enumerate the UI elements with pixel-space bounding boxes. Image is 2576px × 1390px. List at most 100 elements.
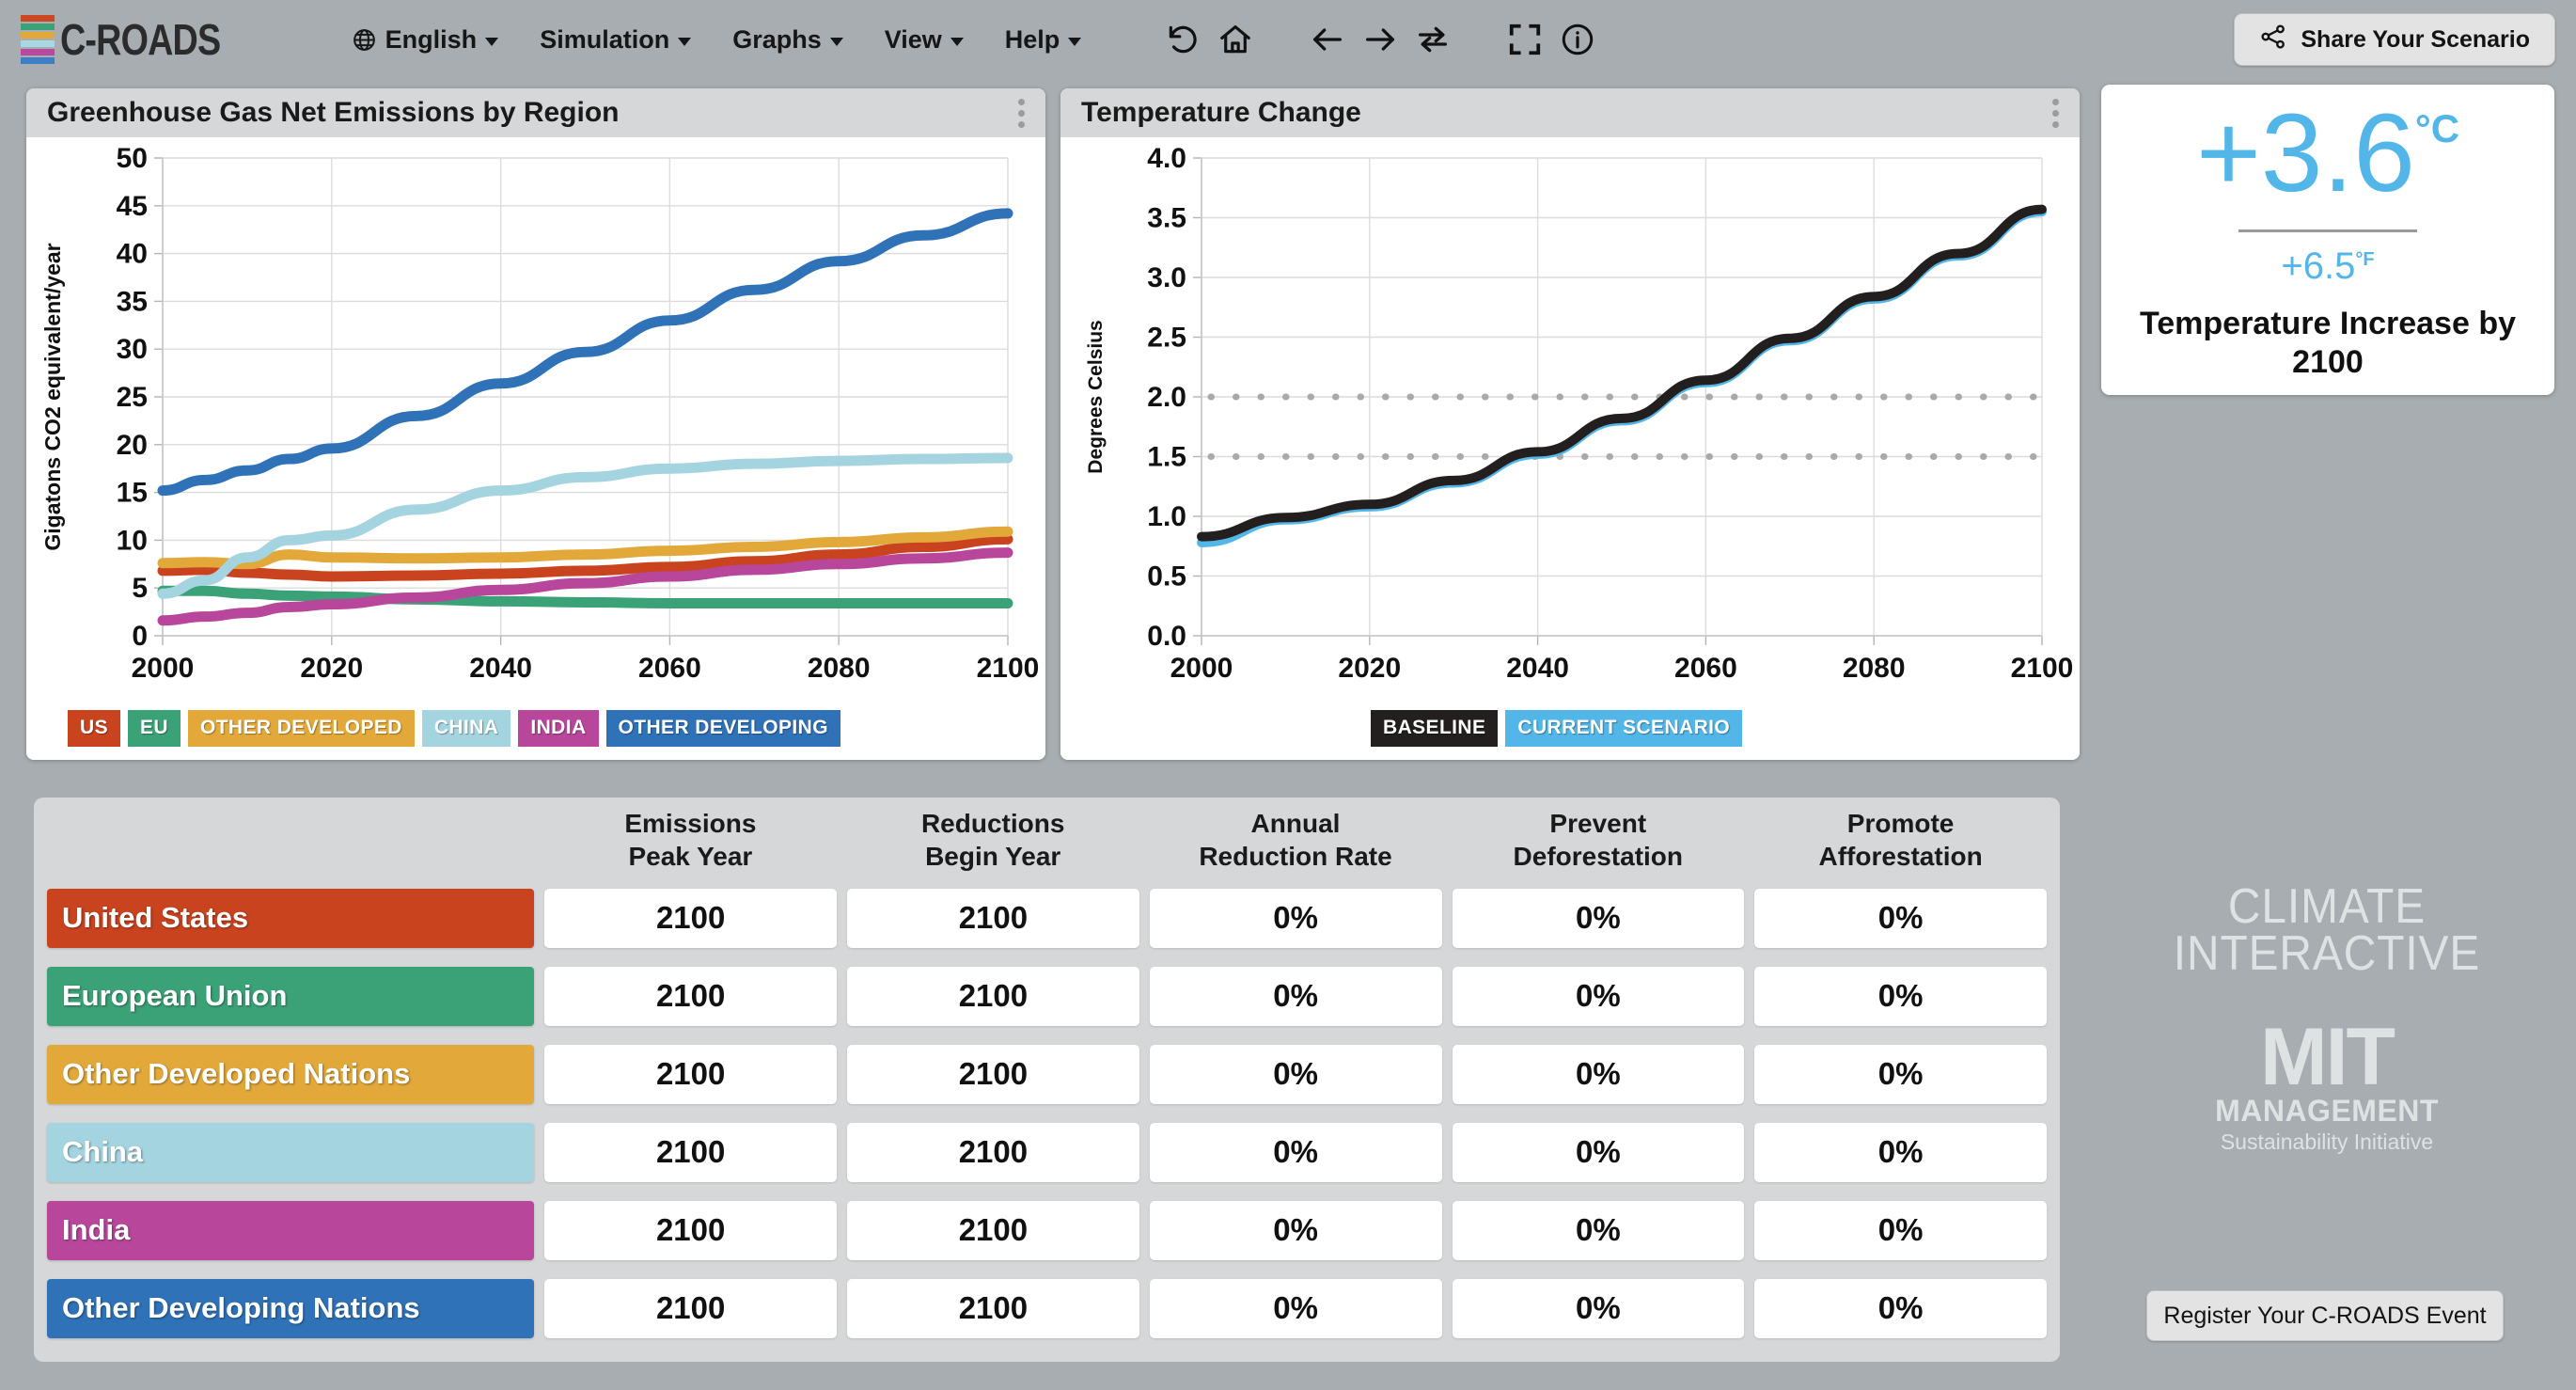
table-cell-r1-c2[interactable]: 0%: [1149, 966, 1442, 1026]
menu-item-language[interactable]: English: [331, 18, 520, 62]
table-cell-r5-c4[interactable]: 0%: [1754, 1278, 2048, 1338]
app-title: C-ROADS: [60, 15, 221, 64]
table-cell-r1-c4[interactable]: 0%: [1754, 966, 2048, 1026]
table-cell-r3-c2[interactable]: 0%: [1149, 1122, 1442, 1182]
kebab-menu-icon[interactable]: [1013, 93, 1030, 134]
table-cell-r0-c1[interactable]: 2100: [847, 888, 1139, 948]
info-icon[interactable]: [1551, 13, 1604, 66]
table-cell-r4-c2[interactable]: 0%: [1149, 1200, 1442, 1260]
table-cell-r5-c0[interactable]: 2100: [544, 1278, 838, 1338]
chevron-down-icon: [485, 37, 499, 46]
region-label-5[interactable]: Other Developing Nations: [47, 1278, 535, 1338]
undo-icon[interactable]: [1156, 13, 1209, 66]
menu-label-language: English: [385, 24, 478, 54]
table-cell-r2-c1[interactable]: 2100: [847, 1044, 1139, 1104]
svg-text:2.0: 2.0: [1147, 382, 1186, 413]
column-header-line2: Reduction Rate: [1199, 842, 1392, 871]
ci-logo-line-1: CLIMATE: [2227, 879, 2427, 934]
emissions-chart-svg: 0 5 10 15 20 25 30 35 40 45 50 2000 2020 2040 2060 2080…: [40, 143, 1039, 684]
climate-interactive-logo: CLIMATE INTERACTIVE: [2125, 879, 2529, 978]
svg-text:2020: 2020: [300, 653, 363, 684]
table-cell-r2-c2[interactable]: 0%: [1149, 1044, 1442, 1104]
table-cell-r0-c2[interactable]: 0%: [1149, 888, 1442, 948]
table-cell-r2-c4[interactable]: 0%: [1754, 1044, 2048, 1104]
logo-color-bars: [21, 15, 55, 64]
region-label-4[interactable]: India: [47, 1200, 535, 1260]
svg-text:2100: 2100: [2011, 653, 2074, 684]
mit-logo-wordmark: MIT: [2259, 1012, 2395, 1102]
share-button-label: Share Your Scenario: [2301, 25, 2530, 53]
forward-arrow-icon[interactable]: [1354, 13, 1406, 66]
table-cell-r4-c4[interactable]: 0%: [1754, 1200, 2048, 1260]
legend-chip-emissions-0[interactable]: US: [68, 710, 120, 747]
table-cell-r2-c3[interactable]: 0%: [1452, 1044, 1745, 1104]
celsius-number: +3.6: [2195, 90, 2415, 215]
column-header-line1: Emissions: [624, 809, 757, 839]
legend-chip-temperature-0[interactable]: BASELINE: [1371, 710, 1499, 747]
table-cell-r3-c0[interactable]: 2100: [544, 1122, 838, 1182]
table-cell-r5-c1[interactable]: 2100: [847, 1278, 1139, 1338]
menu-item-help[interactable]: Help: [984, 18, 1103, 62]
region-label-3[interactable]: China: [47, 1122, 535, 1182]
table-cell-r4-c1[interactable]: 2100: [847, 1200, 1139, 1260]
mit-logo-sustainability: Sustainability Initiative: [2220, 1129, 2434, 1155]
legend-chip-temperature-1[interactable]: CURRENT SCENARIO: [1505, 710, 1743, 747]
menu-item-view[interactable]: View: [864, 18, 984, 62]
legend-chip-emissions-3[interactable]: CHINA: [421, 710, 511, 747]
home-icon[interactable]: [1209, 13, 1262, 66]
repeat-icon[interactable]: [1406, 13, 1459, 66]
chevron-down-icon: [829, 37, 843, 46]
mit-logo: MIT MANAGEMENT Sustainability Initiative: [2125, 1012, 2529, 1155]
table-cell-r3-c3[interactable]: 0%: [1452, 1122, 1745, 1182]
column-header-line2: Peak Year: [628, 842, 753, 871]
table-cell-r1-c3[interactable]: 0%: [1452, 966, 1745, 1026]
region-label-0[interactable]: United States: [47, 888, 535, 948]
table-cell-r0-c4[interactable]: 0%: [1754, 888, 2048, 948]
svg-text:20: 20: [117, 430, 148, 461]
table-column-header-4: Promote Afforestation: [1754, 808, 2047, 873]
region-label-1[interactable]: European Union: [47, 966, 535, 1026]
svg-text:2080: 2080: [808, 653, 871, 684]
svg-text:2060: 2060: [638, 653, 701, 684]
emissions-chart-panel: Greenhouse Gas Net Emissions by Region 0…: [26, 88, 1045, 760]
table-cell-r5-c2[interactable]: 0%: [1149, 1278, 1442, 1338]
chevron-down-icon: [1068, 37, 1082, 46]
fullscreen-icon[interactable]: [1499, 13, 1551, 66]
column-header-line2: Afforestation: [1818, 842, 1983, 871]
logo-bar: [21, 15, 55, 22]
kebab-menu-icon[interactable]: [2047, 93, 2065, 134]
logo-bar: [21, 40, 55, 47]
table-header-row: Emissions Peak Year Reductions Begin Year An…: [47, 798, 2047, 884]
svg-text:1.0: 1.0: [1147, 501, 1186, 532]
svg-text:1.5: 1.5: [1147, 442, 1186, 473]
legend-chip-emissions-2[interactable]: OTHER DEVELOPED: [187, 710, 415, 747]
register-event-button[interactable]: Register Your C-ROADS Event: [2146, 1290, 2504, 1341]
table-cell-r4-c0[interactable]: 2100: [544, 1200, 838, 1260]
table-column-header-2: Annual Reduction Rate: [1150, 808, 1442, 873]
table-cell-r0-c3[interactable]: 0%: [1452, 888, 1745, 948]
region-label-2[interactable]: Other Developed Nations: [47, 1044, 535, 1104]
table-cell-r1-c0[interactable]: 2100: [544, 966, 838, 1026]
menu-item-graphs[interactable]: Graphs: [712, 18, 864, 62]
table-cell-r5-c3[interactable]: 0%: [1452, 1278, 1745, 1338]
table-cell-r3-c1[interactable]: 2100: [847, 1122, 1139, 1182]
app-logo[interactable]: C-ROADS: [21, 14, 256, 65]
share-scenario-button[interactable]: Share Your Scenario: [2234, 13, 2555, 66]
table-cell-r4-c3[interactable]: 0%: [1452, 1200, 1745, 1260]
column-header-line1: Promote: [1846, 809, 1955, 839]
table-cell-r2-c0[interactable]: 2100: [544, 1044, 838, 1104]
table-cell-r1-c1[interactable]: 2100: [847, 966, 1139, 1026]
svg-text:30: 30: [117, 334, 148, 365]
menu-item-simulation[interactable]: Simulation: [519, 18, 712, 62]
table-cell-r3-c4[interactable]: 0%: [1754, 1122, 2048, 1182]
table-cell-r0-c0[interactable]: 2100: [544, 888, 838, 948]
back-arrow-icon[interactable]: [1301, 13, 1354, 66]
legend-chip-emissions-5[interactable]: OTHER DEVELOPING: [605, 710, 840, 747]
svg-text:15: 15: [117, 478, 148, 509]
column-header-line1: Reductions: [920, 809, 1065, 839]
legend-chip-emissions-4[interactable]: INDIA: [518, 710, 599, 747]
legend-chip-emissions-1[interactable]: EU: [127, 710, 181, 747]
menu-label-view: View: [884, 24, 942, 54]
temperature-legend: BASELINE CURRENT SCENARIO: [1371, 710, 1743, 747]
svg-text:35: 35: [117, 286, 148, 317]
